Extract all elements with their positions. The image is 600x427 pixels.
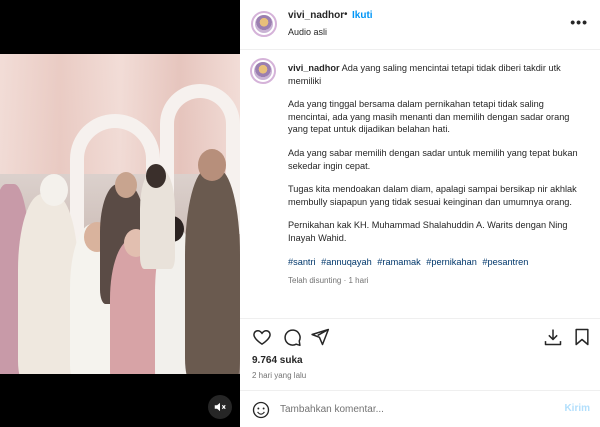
comment-icon[interactable] — [282, 327, 302, 347]
hashtag-link[interactable]: #pesantren — [482, 257, 528, 267]
caption-username[interactable]: vivi_nadhor — [288, 63, 340, 73]
caption-text: vivi_nadhor Ada yang saling mencintai te… — [288, 62, 588, 288]
separator-dot: • — [344, 9, 348, 20]
emoji-icon[interactable] — [252, 401, 270, 419]
post-photo — [0, 54, 240, 374]
edited-time: 1 hari — [348, 276, 369, 286]
post-header: vivi_nadhor • Ikuti Audio asli ••• — [240, 0, 600, 50]
caption-paragraph: Ada yang sabar memilih dengan sadar untu… — [288, 147, 578, 171]
follow-button[interactable]: Ikuti — [352, 10, 373, 21]
caption-paragraph: Pernikahan kak KH. Muhammad Shalahuddin … — [288, 220, 568, 243]
header-username[interactable]: vivi_nadhor — [288, 10, 344, 21]
caption-paragraph: Tugas kita mendoakan dalam diam, apalagi… — [288, 184, 577, 207]
send-icon[interactable] — [310, 327, 330, 347]
more-options-icon[interactable]: ••• — [570, 14, 588, 30]
mute-button[interactable] — [208, 395, 232, 419]
heart-icon[interactable] — [252, 327, 272, 347]
hashtag-link[interactable]: #pernikahan — [426, 257, 477, 267]
bookmark-icon[interactable] — [572, 327, 592, 347]
likes-count[interactable]: 9.764 suka — [252, 355, 303, 366]
caption-area: vivi_nadhor Ada yang saling mencintai te… — [240, 50, 600, 318]
edited-meta: Telah disunting · 1 hari — [288, 276, 369, 286]
caption-paragraph: Ada yang tinggal bersama dalam pernikaha… — [288, 99, 570, 135]
audio-muted-icon — [214, 402, 226, 412]
post-media[interactable] — [0, 0, 240, 427]
audio-label[interactable]: Audio asli — [288, 27, 327, 37]
comment-bar: Kirim — [240, 390, 600, 427]
caption-avatar[interactable] — [250, 58, 276, 84]
hashtag-link[interactable]: #ramamak — [377, 257, 420, 267]
edited-label: Telah disunting — [288, 276, 342, 286]
post-panel: vivi_nadhor • Ikuti Audio asli ••• vivi_… — [240, 0, 600, 427]
hashtag-link[interactable]: #santri — [288, 257, 316, 267]
posted-time[interactable]: 2 hari yang lalu — [252, 371, 306, 380]
send-comment-button[interactable]: Kirim — [564, 403, 590, 414]
hashtag-link[interactable]: #annuqayah — [321, 257, 372, 267]
avatar[interactable] — [251, 11, 277, 37]
hashtag-list: #santri #annuqayah #ramamak #pernikahan … — [288, 256, 588, 269]
comment-input[interactable] — [280, 399, 550, 419]
download-icon[interactable] — [543, 327, 563, 347]
